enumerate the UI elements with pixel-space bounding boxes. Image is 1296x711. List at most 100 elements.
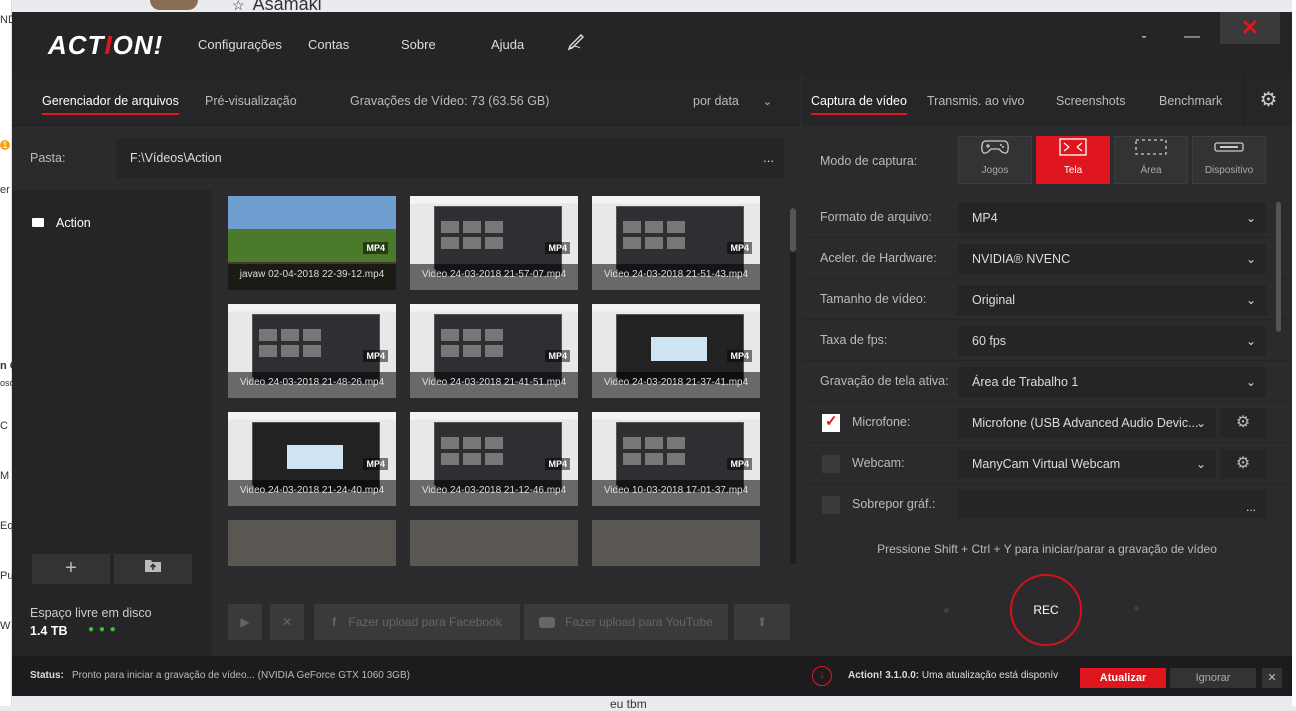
path-field[interactable]: F:\Vídeos\Action ...	[116, 138, 784, 178]
close-button[interactable]: ✕	[1220, 12, 1280, 44]
format-badge: MP4	[545, 242, 570, 254]
video-thumbnail[interactable]: MP4 javaw 02-04-2018 22-39-12.mp4	[228, 196, 396, 290]
tab-screenshots[interactable]: Screenshots	[1056, 94, 1125, 108]
indicator-dot	[1134, 606, 1139, 611]
update-button[interactable]: Atualizar	[1080, 668, 1166, 688]
action-bar: ▶ ✕ f Fazer upload para Facebook Fazer up…	[218, 604, 790, 644]
folder-icon	[32, 218, 44, 227]
file-format-select[interactable]: MP4 ⌄	[958, 203, 1266, 233]
overlay-browse-button[interactable]: ...	[1246, 492, 1256, 518]
tab-video-capture[interactable]: Captura de vídeo	[811, 94, 907, 115]
thumbnail-tile	[667, 221, 685, 233]
video-thumbnail[interactable]	[592, 520, 760, 566]
thumbnail-tile	[281, 329, 299, 341]
overlay-field[interactable]: ...	[958, 490, 1266, 518]
thumbnail-tile	[485, 221, 503, 233]
facebook-icon: f	[332, 615, 337, 629]
video-thumbnail[interactable]	[228, 520, 396, 566]
webcam-settings-button[interactable]: ⚙	[1220, 449, 1266, 479]
add-folder-button[interactable]: +	[32, 554, 110, 584]
video-thumbnail[interactable]: MP4 Video 24-03-2018 21-57-07.mp4	[410, 196, 578, 290]
bg-badge: 1	[0, 140, 10, 150]
thumbnail-tile	[623, 453, 641, 465]
format-badge: MP4	[727, 350, 752, 362]
recordings-count: Gravações de Vídeo: 73 (63.56 GB)	[350, 94, 550, 108]
delete-button[interactable]: ✕	[270, 604, 304, 640]
thumbnail-tile	[623, 221, 641, 233]
video-thumbnail[interactable]	[410, 520, 578, 566]
tab-file-manager[interactable]: Gerenciador de arquivos	[42, 94, 179, 115]
thumbnail-tile	[463, 221, 481, 233]
bg-fragment: M	[0, 470, 10, 482]
app-logo: ACTION!	[48, 30, 164, 60]
play-button[interactable]: ▶	[228, 604, 262, 640]
fps-select[interactable]: 60 fps ⌄	[958, 326, 1266, 356]
mode-screen[interactable]: Tela	[1036, 136, 1110, 184]
thumbnail-filename: Video 24-03-2018 21-57-07.mp4	[410, 264, 578, 290]
setting-label: Tamanho de vídeo:	[820, 292, 927, 306]
chevron-down-icon: ⌄	[1195, 416, 1206, 430]
overlay-checkbox[interactable]	[822, 496, 840, 514]
upload-youtube-button[interactable]: Fazer upload para YouTube	[524, 604, 728, 640]
video-size-select[interactable]: Original ⌄	[958, 285, 1266, 315]
thumbnail-tile	[667, 237, 685, 249]
video-thumbnail[interactable]: MP4 Video 24-03-2018 21-37-41.mp4	[592, 304, 760, 398]
chevron-down-icon: ⌄	[1245, 252, 1256, 266]
thumbnail-tile	[645, 453, 663, 465]
rec-button[interactable]: REC	[1010, 574, 1082, 646]
video-thumbnail[interactable]: MP4 Video 24-03-2018 21-48-26.mp4	[228, 304, 396, 398]
grid-scrollbar[interactable]	[790, 208, 796, 564]
microphone-settings-button[interactable]: ⚙	[1220, 408, 1266, 438]
menu-sobre[interactable]: Sobre	[401, 37, 436, 52]
setting-file-format: Formato de arquivo: MP4 ⌄	[802, 198, 1292, 238]
status-bar: Status: Pronto para iniciar a gravação d…	[12, 656, 1292, 696]
upload-facebook-button[interactable]: f Fazer upload para Facebook	[314, 604, 520, 640]
action-window: ACTION! Configurações Contas Sobre Ajuda…	[12, 12, 1292, 696]
format-badge: MP4	[727, 242, 752, 254]
webcam-checkbox[interactable]	[822, 455, 840, 473]
upload-button[interactable]: ⬆	[734, 604, 790, 640]
call-preview	[651, 337, 707, 361]
ignore-button[interactable]: Ignorar	[1170, 668, 1256, 688]
menu-contas[interactable]: Contas	[308, 37, 349, 52]
tab-benchmark[interactable]: Benchmark	[1159, 94, 1222, 108]
microphone-checkbox[interactable]	[822, 412, 840, 432]
mode-area[interactable]: Área	[1114, 136, 1188, 184]
thumbnail-tile	[463, 345, 481, 357]
update-text: Action! 3.1.0.0: Uma atualização está di…	[848, 670, 1059, 681]
video-thumbnail[interactable]: MP4 Video 24-03-2018 21-24-40.mp4	[228, 412, 396, 506]
video-thumbnail[interactable]: MP4 Video 24-03-2018 21-51-43.mp4	[592, 196, 760, 290]
restore-button[interactable]: —	[1172, 22, 1212, 54]
scrollbar-thumb[interactable]	[790, 208, 796, 252]
tab-preview[interactable]: Pré-visualização	[205, 94, 297, 108]
video-thumbnail[interactable]: MP4 Video 24-03-2018 21-41-51.mp4	[410, 304, 578, 398]
video-grid: MP4 javaw 02-04-2018 22-39-12.mp4 MP4 Video…	[218, 190, 786, 566]
download-icon: ↓	[812, 666, 832, 686]
background-left-strip: ND 1 er n C oso C M Eq Pu W	[0, 0, 18, 706]
menu-configuracoes[interactable]: Configurações	[198, 37, 282, 52]
tab-live-stream[interactable]: Transmis. ao vivo	[927, 94, 1024, 108]
mode-games[interactable]: Jogos	[958, 136, 1032, 184]
thumbnail-tile	[623, 237, 641, 249]
pen-icon[interactable]	[566, 32, 586, 55]
dismiss-update-button[interactable]: ✕	[1262, 668, 1282, 688]
thumbnail-tile	[645, 437, 663, 449]
active-screen-select[interactable]: Área de Trabalho 1 ⌄	[958, 367, 1266, 397]
settings-scrollbar[interactable]	[1276, 202, 1281, 332]
sort-dropdown[interactable]: por data ⌄	[693, 94, 772, 108]
thumbnail-tile	[645, 221, 663, 233]
menu-ajuda[interactable]: Ajuda	[491, 37, 524, 52]
gear-icon[interactable]: ⚙	[1244, 76, 1292, 126]
setting-label: Gravação de tela ativa:	[820, 374, 949, 388]
thumbnail-tile	[667, 453, 685, 465]
hw-accel-select[interactable]: NVIDIA® NVENC ⌄	[958, 244, 1266, 274]
folder-item-action[interactable]: Action	[32, 216, 91, 230]
video-thumbnail[interactable]: MP4 Video 10-03-2018 17-01-37.mp4	[592, 412, 760, 506]
microphone-select[interactable]: Microfone (USB Advanced Audio Devic... ⌄	[958, 408, 1216, 438]
minimize-button[interactable]: -	[1124, 22, 1164, 54]
video-thumbnail[interactable]: MP4 Video 24-03-2018 21-12-46.mp4	[410, 412, 578, 506]
open-folder-button[interactable]	[114, 554, 192, 584]
mode-device[interactable]: Dispositivo	[1192, 136, 1266, 184]
browse-button[interactable]: ...	[763, 150, 774, 165]
webcam-select[interactable]: ManyCam Virtual Webcam ⌄	[958, 449, 1216, 479]
